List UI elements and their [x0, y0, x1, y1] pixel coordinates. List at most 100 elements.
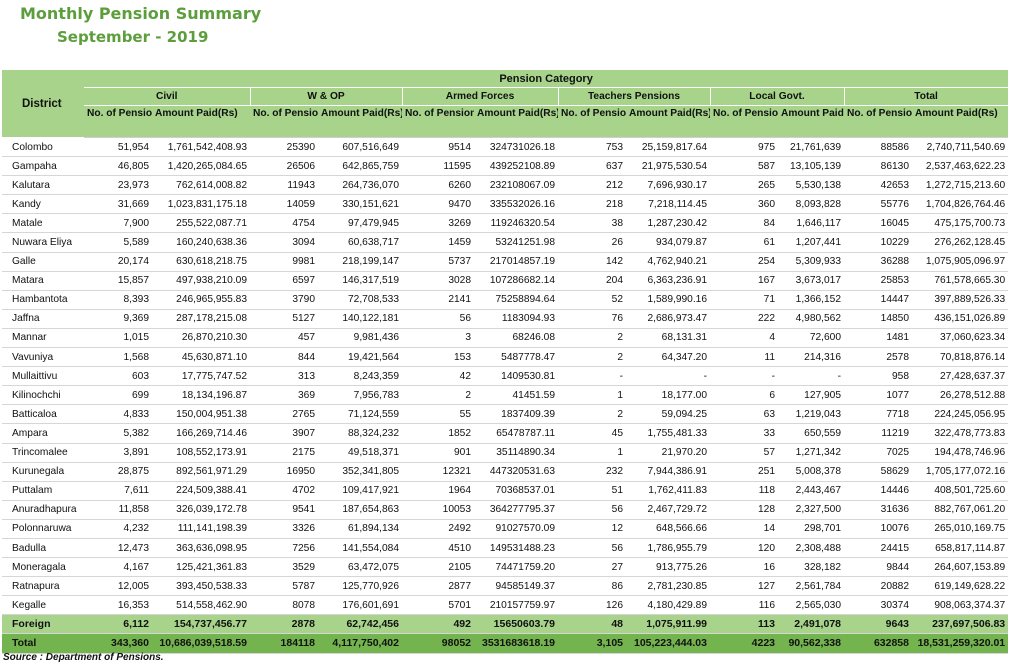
pensioner-count-cell: 63: [710, 404, 778, 425]
pensioner-count-cell: 1,568: [84, 347, 152, 368]
pensioner-count-cell: 126: [558, 595, 626, 616]
pensioner-count-cell: 71: [710, 290, 778, 310]
pensioner-count-cell: 11,858: [84, 500, 152, 520]
district-name: Mannar: [2, 328, 84, 349]
district-name: Mullaittivu: [2, 366, 84, 387]
pensioner-count-cell: 7718: [844, 404, 912, 425]
pensioner-count-cell: 12321: [402, 462, 474, 482]
district-name: Kilinochchi: [2, 385, 84, 406]
pensioner-count-cell: 12,005: [84, 576, 152, 597]
table-row: Hambantota 8,393 246,965,955.83 3790 72,708,…: [2, 290, 1009, 310]
amount-cell: 19,421,564: [318, 347, 402, 368]
pensioner-count-cell: 1: [558, 385, 626, 406]
amount-cell: 59,094.25: [626, 404, 710, 425]
district-name: Gampaha: [2, 156, 84, 177]
amount-cell: 70368537.01: [474, 481, 558, 501]
pensioner-count-cell: 86: [558, 576, 626, 597]
pensioner-count-cell: 26: [558, 232, 626, 253]
pensioner-count-cell: 7025: [844, 443, 912, 463]
pensioner-count-cell: 55776: [844, 194, 912, 215]
pensioner-count-cell: 637: [558, 156, 626, 177]
pensioner-count-cell: 9844: [844, 557, 912, 578]
no-of-pensioners-header: No. of Pensioners: [84, 105, 152, 138]
amount-cell: 4,980,562: [778, 309, 844, 329]
amount-cell: 149531488.23: [474, 538, 558, 559]
amount-cell: 210157759.97: [474, 595, 558, 616]
pensioner-count-cell: 4754: [250, 213, 318, 234]
pensioner-count-cell: 11219: [844, 423, 912, 444]
amount-cell: 160,240,638.36: [152, 232, 250, 253]
pensioner-count-cell: 5127: [250, 309, 318, 329]
amount-cell: 5,530,138: [778, 175, 844, 196]
district-name: Matara: [2, 271, 84, 291]
amount-cell: 18,134,196.87: [152, 385, 250, 406]
pensioner-count-cell: 457: [250, 328, 318, 349]
amount-cell: 2,561,784: [778, 576, 844, 597]
pensioner-count-cell: 3: [402, 328, 474, 349]
amount-cell: 65478787.11: [474, 423, 558, 444]
pensioner-count-cell: 56: [402, 309, 474, 329]
district-name: Nuwara Eliya: [2, 232, 84, 253]
pensioner-count-cell: 9470: [402, 194, 474, 215]
pensioner-count-cell: 57: [710, 443, 778, 463]
amount-cell: 26,278,512.88: [912, 385, 1009, 406]
pensioner-count-cell: 5737: [402, 252, 474, 272]
pensioner-count-cell: 31,669: [84, 194, 152, 215]
district-name: Total: [2, 633, 84, 654]
pensioner-count-cell: 28,875: [84, 462, 152, 482]
pensioner-count-cell: 4,167: [84, 557, 152, 578]
amount-cell: 45,630,871.10: [152, 347, 250, 368]
table-row: Mullaittivu 603 17,775,747.52 313 8,243,359 4…: [2, 366, 1009, 387]
pensioner-count-cell: 2: [402, 385, 474, 406]
table-row: Ampara 5,382 166,269,714.46 3907 88,324,232 1…: [2, 423, 1009, 444]
pensioner-count-cell: 1: [558, 443, 626, 463]
pensioner-count-cell: 587: [710, 156, 778, 177]
amount-cell: 2,308,488: [778, 538, 844, 559]
table-row: Anuradhapura 11,858 326,039,172.78 9541 187,…: [2, 500, 1009, 520]
amount-cell: 108,552,173.91: [152, 443, 250, 463]
pensioner-count-cell: 26506: [250, 156, 318, 177]
pensioner-count-cell: 2175: [250, 443, 318, 463]
amount-cell: 75258894.64: [474, 290, 558, 310]
pensioner-count-cell: 9981: [250, 252, 318, 272]
pensioner-count-cell: 2105: [402, 557, 474, 578]
amount-cell: 224,245,056.95: [912, 404, 1009, 425]
amount-paid-header: Amount Paid(Rs): [778, 105, 844, 138]
amount-cell: 18,531,259,320.01: [912, 633, 1009, 654]
amount-cell: 1,646,117: [778, 213, 844, 234]
pensioner-count-cell: 127: [710, 576, 778, 597]
amount-cell: 60,638,717: [318, 232, 402, 253]
pensioner-count-cell: 3529: [250, 557, 318, 578]
amount-cell: 1,705,177,072.16: [912, 462, 1009, 482]
pensioner-count-cell: 2578: [844, 347, 912, 368]
pensioner-count-cell: 51,954: [84, 137, 152, 158]
amount-cell: 1,219,043: [778, 404, 844, 425]
pensioner-count-cell: 901: [402, 443, 474, 463]
amount-cell: 1,366,152: [778, 290, 844, 310]
pension-summary-table: District Pension Category Civil W & OP A…: [2, 70, 1009, 654]
pensioner-count-cell: 98052: [402, 633, 474, 654]
amount-cell: 1837409.39: [474, 404, 558, 425]
table-row: Polonnaruwa 4,232 111,141,198.39 3326 61,894…: [2, 519, 1009, 539]
pensioner-count-cell: 5701: [402, 595, 474, 616]
amount-cell: 1,271,342: [778, 443, 844, 463]
pensioner-count-cell: 42: [402, 366, 474, 387]
pensioner-count-cell: 4702: [250, 481, 318, 501]
amount-cell: 21,970.20: [626, 443, 710, 463]
pensioner-count-cell: 204: [558, 271, 626, 291]
amount-cell: 232108067.09: [474, 175, 558, 196]
pensioner-count-cell: 2: [558, 347, 626, 368]
group-header: W & OP: [250, 87, 403, 106]
amount-cell: 408,501,725.60: [912, 481, 1009, 501]
pensioner-count-cell: 1077: [844, 385, 912, 406]
amount-cell: 150,004,951.38: [152, 404, 250, 425]
amount-cell: 105,223,444.03: [626, 633, 710, 654]
page-subtitle: September - 2019: [57, 28, 209, 46]
amount-cell: 2,781,230.85: [626, 576, 710, 597]
district-name: Puttalam: [2, 481, 84, 501]
pensioner-count-cell: 6: [710, 385, 778, 406]
amount-cell: 111,141,198.39: [152, 519, 250, 539]
pensioner-count-cell: 6597: [250, 271, 318, 291]
amount-cell: 2,467,729.72: [626, 500, 710, 520]
amount-cell: 514,558,462.90: [152, 595, 250, 616]
